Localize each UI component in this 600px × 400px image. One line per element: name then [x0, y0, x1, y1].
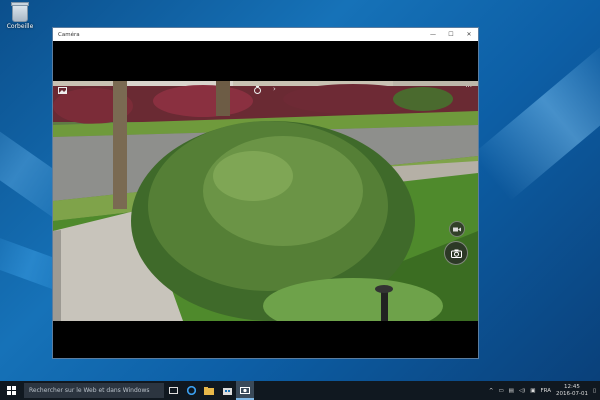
recycle-bin[interactable]: Corbeille — [6, 2, 34, 30]
search-box[interactable]: Rechercher sur le Web et dans Windows — [24, 383, 164, 398]
network-icon[interactable]: ▤ — [509, 388, 514, 394]
store-icon — [222, 388, 232, 395]
edge-icon — [186, 386, 196, 395]
folder-icon — [204, 386, 214, 395]
start-button[interactable] — [0, 381, 22, 400]
scene-image — [53, 81, 478, 321]
taskbar-edge[interactable] — [182, 381, 200, 400]
take-photo-button[interactable] — [444, 241, 468, 265]
maximize-button[interactable]: ☐ — [442, 31, 460, 38]
recycle-bin-icon — [11, 2, 29, 22]
notification-center-icon[interactable]: ▯ — [593, 388, 596, 394]
date: 2016-07-01 — [556, 390, 588, 397]
close-button[interactable]: ✕ — [460, 31, 478, 38]
notifications-icon[interactable]: ▣ — [530, 388, 535, 394]
minimize-button[interactable]: — — [424, 31, 442, 38]
taskbar-store[interactable] — [218, 381, 236, 400]
camera-icon — [450, 249, 462, 258]
volume-icon[interactable]: ◁) — [519, 388, 525, 394]
language-indicator[interactable]: FRA — [540, 388, 551, 394]
windows-logo-icon — [6, 386, 16, 395]
recycle-bin-label: Corbeille — [6, 23, 34, 30]
taskbar-camera[interactable] — [236, 381, 254, 400]
timer-icon[interactable] — [253, 86, 262, 96]
window-title: Caméra — [58, 31, 80, 38]
taskbar-file-explorer[interactable] — [200, 381, 218, 400]
action-center-icon[interactable]: ▭ — [498, 388, 503, 394]
camera-window: Caméra — ☐ ✕ › ··· — [52, 27, 479, 359]
camera-app-icon — [240, 386, 250, 394]
more-options-button[interactable]: ··· — [465, 83, 472, 91]
task-view-button[interactable] — [164, 381, 182, 400]
chevron-up-icon[interactable]: ^ — [489, 388, 494, 394]
taskbar: Rechercher sur le Web et dans Windows ^ … — [0, 381, 600, 400]
clock[interactable]: 12:45 2016-07-01 — [556, 384, 588, 398]
photo-gallery-icon[interactable] — [58, 87, 67, 96]
camera-viewfinder: › ··· — [53, 81, 478, 321]
system-tray: ^ ▭ ▤ ◁) ▣ FRA 12:45 2016-07-01 ▯ — [489, 381, 596, 400]
chevron-right-icon[interactable]: › — [273, 85, 276, 93]
video-camera-icon — [453, 227, 461, 231]
title-bar[interactable]: Caméra — ☐ ✕ — [53, 28, 478, 41]
time: 12:45 — [564, 383, 580, 390]
video-mode-button[interactable] — [449, 221, 465, 237]
task-view-icon — [168, 387, 178, 394]
